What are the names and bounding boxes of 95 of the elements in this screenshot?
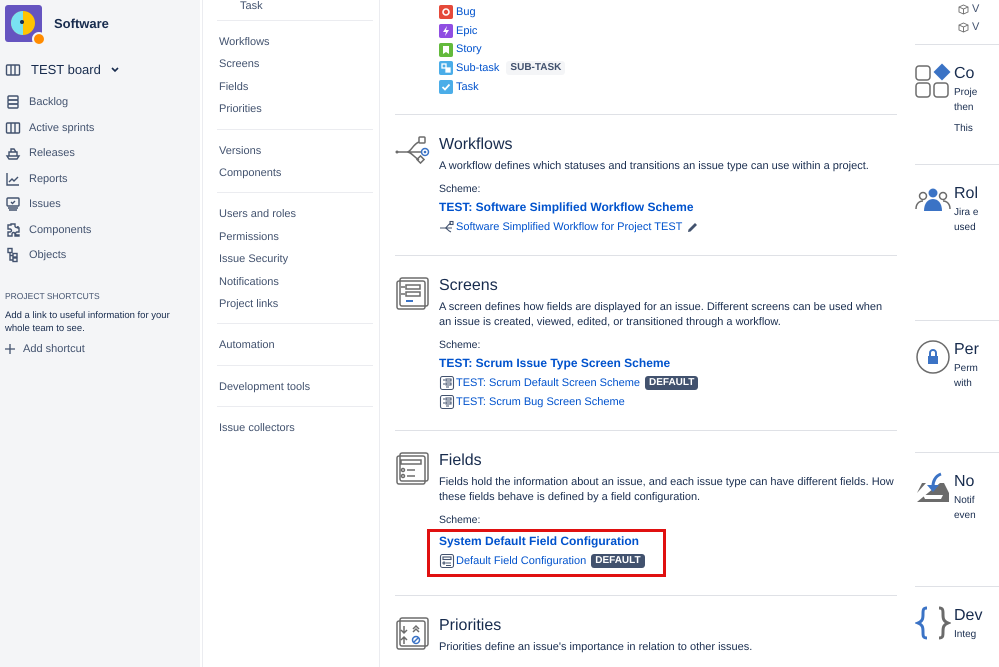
bookmark-icon: [439, 42, 453, 57]
priority-arrows-icon: [395, 614, 431, 651]
section-description: Priorities define an issue's importance in relation to other issues.: [439, 640, 754, 655]
lozenge-badge: SUB-TASK: [506, 61, 566, 76]
description-fragment: Proje: [954, 86, 978, 100]
monitor-icon: [5, 196, 21, 212]
nav-item[interactable]: Permissions: [217, 226, 373, 248]
bug-icon: [439, 5, 453, 20]
plus-icon: [5, 344, 15, 354]
scheme-label: Scheme:: [439, 182, 482, 198]
issue-type-link[interactable]: Bug: [456, 4, 476, 21]
nav-item[interactable]: Components: [217, 162, 373, 184]
cut-off-text: V: [972, 2, 980, 17]
nav-item[interactable]: Versions: [217, 140, 373, 162]
curly-braces-icon: [915, 605, 951, 641]
scheme-link[interactable]: TEST: Scrum Issue Type Screen Scheme: [439, 354, 897, 372]
nav-item[interactable]: Task: [217, 0, 373, 12]
note-fragment: This: [954, 122, 974, 136]
section-title: No: [954, 472, 976, 492]
field-icon: [439, 553, 455, 570]
issue-type-link[interactable]: Sub-task: [456, 60, 500, 77]
nav-item[interactable]: Workflows: [217, 31, 373, 54]
description-fragment: Integ: [954, 628, 978, 642]
section-description: Fields hold the information about an issue, and each issue type can have different fields. How these fields behave is defined by a field configuration.: [439, 474, 895, 505]
scheme-label: Scheme:: [439, 512, 482, 528]
sidebar-item[interactable]: Objects: [5, 242, 195, 268]
section-heading: PROJECT SHORTCUTS: [5, 290, 101, 303]
description-fragment: then: [954, 101, 974, 115]
scheme-link[interactable]: System Default Field Configuration: [439, 532, 645, 550]
project-name: Software: [54, 14, 109, 33]
nav-item[interactable]: Project links: [217, 292, 373, 316]
nav-item[interactable]: Users and roles: [217, 203, 373, 226]
subtask-icon: [439, 61, 453, 76]
screen-layout-icon: [395, 275, 431, 312]
scheme-label: Scheme:: [439, 338, 482, 354]
lozenge-badge: DEFAULT: [591, 554, 645, 568]
screen-icon: [439, 375, 455, 392]
pencil-icon[interactable]: [687, 222, 698, 234]
sidebar-item[interactable]: Reports: [5, 166, 195, 192]
line-chart-icon: [5, 170, 21, 187]
description-fragment: with: [954, 377, 973, 391]
section-title: Fields: [439, 450, 483, 471]
chevron-down-icon: [110, 66, 119, 73]
description-fragment: Jira e: [954, 206, 978, 220]
section-title: Rol: [954, 184, 978, 204]
section-title: Screens: [439, 276, 499, 296]
section-title: Priorities: [439, 616, 502, 636]
description-fragment: Perm: [954, 362, 979, 376]
lozenge-badge: DEFAULT: [645, 376, 698, 390]
section-description: A workflow defines which statuses and transitions an issue type can use within a project.: [439, 159, 870, 174]
screen-icon: [439, 394, 455, 410]
description-fragment: used: [954, 221, 977, 235]
lightning-icon: [439, 24, 453, 38]
scheme-item-link[interactable]: TEST: Scrum Default Screen Scheme: [456, 375, 640, 392]
section-title: Dev: [954, 606, 982, 626]
sidebar-item[interactable]: Releases: [5, 140, 195, 166]
nav-item[interactable]: Screens: [217, 53, 373, 76]
section-title: Workflows: [439, 135, 514, 156]
nav-item[interactable]: Automation: [217, 334, 373, 357]
nav-item[interactable]: Notifications: [217, 270, 373, 293]
checkbox-icon: [439, 80, 453, 94]
columns-icon: [5, 120, 21, 136]
nav-item[interactable]: Development tools: [217, 376, 373, 398]
scheme-link[interactable]: TEST: Software Simplified Workflow Scheme: [439, 198, 897, 216]
shortcuts-hint: Add a link to useful information for your whole team to see.: [5, 308, 171, 335]
nav-item[interactable]: Issue Security: [217, 248, 373, 271]
description-fragment: Notif: [954, 494, 976, 508]
issue-type-link[interactable]: Task: [456, 78, 479, 96]
section-title: Per: [954, 340, 979, 360]
section-description: A screen defines how fields are displayed for an issue. Different screens can be used when an issue is created, viewed, edited, or transitioned through a workflow.: [439, 300, 884, 330]
component-blocks-icon: [915, 63, 951, 99]
cut-off-text: V: [972, 20, 980, 35]
padlock-icon: [915, 339, 951, 375]
sidebar-item[interactable]: Active sprints: [5, 115, 195, 140]
scheme-item-link[interactable]: Software Simplified Workflow for Project TEST: [456, 219, 682, 236]
form-fields-icon: [395, 450, 431, 486]
description-fragment: even: [954, 509, 976, 523]
issue-type-link[interactable]: Story: [456, 41, 482, 58]
cube-icon: [958, 22, 969, 32]
issue-type-link[interactable]: Epic: [456, 22, 478, 40]
scheme-item-link[interactable]: Default Field Configuration: [456, 552, 586, 570]
nav-item[interactable]: Priorities: [217, 98, 373, 121]
nav-item[interactable]: Fields: [217, 76, 373, 98]
sidebar-item[interactable]: Backlog: [5, 90, 195, 115]
cube-icon: [958, 4, 969, 14]
stack-icon: [5, 94, 21, 110]
puzzle-icon: [5, 222, 21, 238]
sidebar-item[interactable]: Components: [5, 217, 195, 242]
add-shortcut-link[interactable]: Add shortcut: [5, 340, 195, 358]
sidebar-item[interactable]: Issues: [5, 192, 195, 217]
nav-item[interactable]: Issue collectors: [217, 417, 373, 440]
board-selector[interactable]: TEST board: [5, 60, 195, 80]
scheme-item-link[interactable]: TEST: Scrum Bug Screen Scheme: [456, 394, 625, 411]
section-title: Co: [954, 64, 976, 84]
columns-icon: [5, 62, 21, 78]
